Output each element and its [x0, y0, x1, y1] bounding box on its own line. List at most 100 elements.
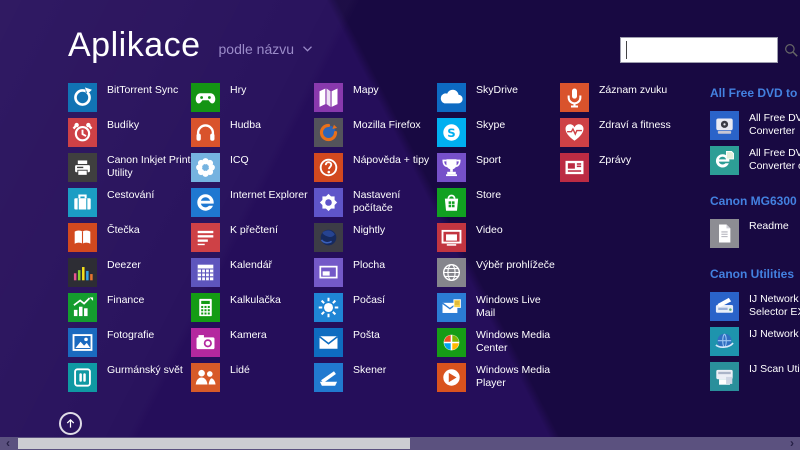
scroll-right-arrow[interactable]: › [784, 437, 800, 450]
desktop-window-icon [314, 258, 343, 287]
food-icon [68, 363, 97, 392]
app-tile-all-free-dvd-to-converter[interactable]: All Free DVD to Converter [710, 111, 800, 140]
app-tile-canon-inkjet-print-utility[interactable]: Canon Inkjet Print Utility [68, 153, 191, 182]
scroll-left-arrow[interactable]: ‹ [0, 437, 16, 450]
suitcase-icon [68, 188, 97, 217]
app-label: Video [476, 223, 560, 237]
firefox-logo-icon [314, 118, 343, 147]
app-label: Zdraví a fitness [599, 118, 683, 132]
app-tile-nastaveni-pocitace[interactable]: Nastavení počítače [314, 188, 437, 217]
calendar-icon [191, 258, 220, 287]
section-header-canon-mg6300-series: Canon MG6300 series [710, 193, 800, 209]
app-tile-nightly[interactable]: Nightly [314, 223, 437, 252]
app-tile-k-precteni[interactable]: K přečtení [191, 223, 314, 252]
printer-icon [68, 153, 97, 182]
app-label: Zprávy [599, 153, 683, 167]
sort-by-dropdown[interactable]: podle názvu [219, 41, 314, 64]
search-box [620, 37, 778, 63]
mail-letter-icon [437, 293, 466, 322]
scan-selector-icon [710, 292, 739, 321]
app-column-3: Mapy Mozilla Firefox Nápověda + tipy Nastav… [314, 83, 437, 398]
app-tile-sport[interactable]: Sport [437, 153, 560, 182]
app-tile-fotografie[interactable]: Fotografie [68, 328, 191, 357]
app-tile-hry[interactable]: Hry [191, 83, 314, 112]
book-icon [68, 223, 97, 252]
app-label: BitTorrent Sync [107, 83, 191, 97]
app-tile-icq[interactable]: ICQ [191, 153, 314, 182]
app-label: Finance [107, 293, 191, 307]
app-tile-posta[interactable]: Pošta [314, 328, 437, 357]
app-tile-all-free-dvd-to-converter-on-th[interactable]: All Free DVD to Converter on th [710, 146, 800, 175]
chart-icon [68, 293, 97, 322]
sort-by-label: podle názvu [219, 41, 295, 57]
section-header-canon-utilities: Canon Utilities [710, 266, 800, 282]
headphones-icon [191, 118, 220, 147]
app-label: All Free DVD to Converter on th [749, 146, 800, 173]
app-tile-skener[interactable]: Skener [314, 363, 437, 392]
app-tile-kalendar[interactable]: Kalendář [191, 258, 314, 287]
app-column-4: SkyDrive SSkype Sport Store Video Výběr prohl… [437, 83, 560, 398]
app-tile-ij-network-scan-selector-ex[interactable]: IJ Network Scan Selector EX [710, 292, 800, 321]
app-tile-plocha[interactable]: Plocha [314, 258, 437, 287]
page-header: Aplikace podle názvu [68, 26, 313, 64]
app-label: Mozilla Firefox [353, 118, 437, 132]
app-tile-vyber-prohlizece[interactable]: Výběr prohlížeče [437, 258, 560, 287]
app-tile-video[interactable]: Video [437, 223, 560, 252]
globe-wireframe-icon [437, 258, 466, 287]
app-tile-ij-scan-utility[interactable]: IJ Scan Utility [710, 362, 800, 391]
scrollbar-thumb[interactable] [18, 438, 410, 449]
app-tile-gurmansky-svet[interactable]: Gurmánský svět [68, 363, 191, 392]
app-tile-finance[interactable]: Finance [68, 293, 191, 322]
cloud-icon [437, 83, 466, 112]
app-label: Hry [230, 83, 314, 97]
sun-icon [314, 293, 343, 322]
video-screen-icon [437, 223, 466, 252]
app-tile-mozilla-firefox[interactable]: Mozilla Firefox [314, 118, 437, 147]
search-icon[interactable] [782, 41, 800, 59]
app-tile-pocasi[interactable]: Počasí [314, 293, 437, 322]
app-tile-readme[interactable]: Readme [710, 219, 800, 248]
app-label: Hudba [230, 118, 314, 132]
sync-icon [68, 83, 97, 112]
app-tile-skydrive[interactable]: SkyDrive [437, 83, 560, 112]
app-label: Výběr prohlížeče [476, 258, 560, 272]
app-tile-windows-media-center[interactable]: Windows Media Center [437, 328, 560, 357]
app-label: Čtečka [107, 223, 191, 237]
app-label: Deezer [107, 258, 191, 272]
app-tile-kalkulacka[interactable]: Kalkulačka [191, 293, 314, 322]
gamepad-icon [191, 83, 220, 112]
app-tile-windows-live-mail[interactable]: Windows Live Mail [437, 293, 560, 322]
app-tile-skype[interactable]: SSkype [437, 118, 560, 147]
app-tile-zaznam-zvuku[interactable]: Záznam zvuku [560, 83, 683, 112]
app-tile-zpravy[interactable]: Zprávy [560, 153, 683, 182]
semantic-zoom-button[interactable] [59, 412, 82, 435]
app-tile-budiky[interactable]: Budíky [68, 118, 191, 147]
app-tile-ij-network-tool[interactable]: IJ Network Tool [710, 327, 800, 356]
app-tile-bittorrent-sync[interactable]: BitTorrent Sync [68, 83, 191, 112]
newspaper-icon [560, 153, 589, 182]
app-label: IJ Network Tool [749, 327, 800, 341]
app-tile-store[interactable]: Store [437, 188, 560, 217]
app-tile-hudba[interactable]: Hudba [191, 118, 314, 147]
app-tile-mapy[interactable]: Mapy [314, 83, 437, 112]
dvd-device-icon [710, 111, 739, 140]
ie-logo-icon [191, 188, 220, 217]
app-tile-kamera[interactable]: Kamera [191, 328, 314, 357]
ie-page-icon [710, 146, 739, 175]
app-tile-cestovani[interactable]: Cestování [68, 188, 191, 217]
app-column-5: Záznam zvuku Zdraví a fitness Zprávy [560, 83, 683, 398]
app-tile-napoveda-tipy[interactable]: Nápověda + tipy [314, 153, 437, 182]
microphone-icon [560, 83, 589, 112]
app-tile-zdravi-a-fitness[interactable]: Zdraví a fitness [560, 118, 683, 147]
app-tile-lide[interactable]: Lidé [191, 363, 314, 392]
app-tile-ctecka[interactable]: Čtečka [68, 223, 191, 252]
horizontal-scrollbar[interactable]: ‹ › [0, 437, 800, 450]
app-tile-internet-explorer[interactable]: Internet Explorer [191, 188, 314, 217]
app-label: Mapy [353, 83, 437, 97]
app-label: Gurmánský svět [107, 363, 191, 377]
app-tile-deezer[interactable]: Deezer [68, 258, 191, 287]
chevron-down-icon [302, 45, 313, 53]
search-input[interactable] [626, 41, 782, 59]
scan-printer-icon [710, 362, 739, 391]
app-tile-windows-media-player[interactable]: Windows Media Player [437, 363, 560, 392]
